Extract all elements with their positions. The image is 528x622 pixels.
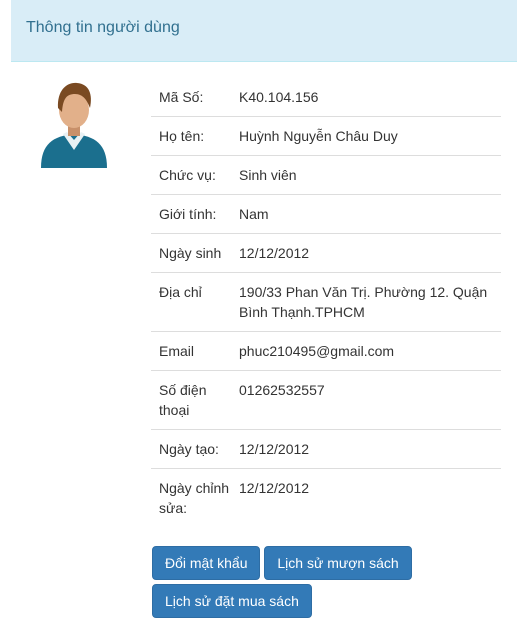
info-row: Ngày chỉnh sửa: 12/12/2012 <box>151 468 501 527</box>
info-value: Huỳnh Nguyễn Châu Duy <box>231 116 501 156</box>
info-label: Ngày tạo: <box>151 429 231 469</box>
info-row: Chức vụ: Sinh viên <box>151 155 501 195</box>
info-value: Sinh viên <box>231 155 501 195</box>
panel-title: Thông tin người dùng <box>26 19 180 36</box>
info-row: Số điện thoại 01262532557 <box>151 370 501 430</box>
info-label: Họ tên: <box>151 116 231 156</box>
info-value: 01262532557 <box>231 370 501 430</box>
user-avatar-icon <box>37 78 111 172</box>
info-label: Ngày sinh <box>151 233 231 273</box>
info-value: phuc210495@gmail.com <box>231 331 501 371</box>
action-buttons: Đổi mật khẩu Lịch sử mượn sách Lịch sử đ… <box>152 546 512 622</box>
info-row: Giới tính: Nam <box>151 194 501 234</box>
info-value: Nam <box>231 194 501 234</box>
info-row: Địa chỉ 190/33 Phan Văn Trị. Phường 12. Q… <box>151 272 501 332</box>
panel-heading: Thông tin người dùng <box>11 0 517 62</box>
info-value: 12/12/2012 <box>231 429 501 469</box>
info-label: Địa chỉ <box>151 272 231 332</box>
info-row: Mã Số: K40.104.156 <box>151 78 501 117</box>
user-info-table: Mã Số: K40.104.156 Họ tên: Huỳnh Nguyễn Châ… <box>151 78 501 527</box>
info-label: Giới tính: <box>151 194 231 234</box>
borrow-history-button[interactable]: Lịch sử mượn sách <box>264 546 412 580</box>
user-info-section: Mã Số: K40.104.156 Họ tên: Huỳnh Nguyễn Châ… <box>151 78 501 527</box>
info-value: 190/33 Phan Văn Trị. Phường 12. Quận Bìn… <box>231 272 501 332</box>
info-label: Chức vụ: <box>151 155 231 195</box>
change-password-button[interactable]: Đổi mật khẩu <box>152 546 261 580</box>
info-row: Ngày sinh 12/12/2012 <box>151 233 501 273</box>
order-history-button[interactable]: Lịch sử đặt mua sách <box>152 584 312 618</box>
info-value: K40.104.156 <box>239 89 319 105</box>
info-value: 12/12/2012 <box>231 233 501 273</box>
info-row: Họ tên: Huỳnh Nguyễn Châu Duy <box>151 116 501 156</box>
info-label: Số điện thoại <box>151 370 231 430</box>
user-info-panel: Thông tin người dùng Mã Số: K40.104.156 Họ… <box>11 0 517 619</box>
info-label: Email <box>151 331 231 371</box>
info-value: 12/12/2012 <box>231 468 501 527</box>
info-row: Email phuc210495@gmail.com <box>151 331 501 371</box>
info-label: Ngày chỉnh sửa: <box>151 468 231 527</box>
info-row: Ngày tạo: 12/12/2012 <box>151 429 501 469</box>
info-label: Mã Số: <box>159 89 204 105</box>
